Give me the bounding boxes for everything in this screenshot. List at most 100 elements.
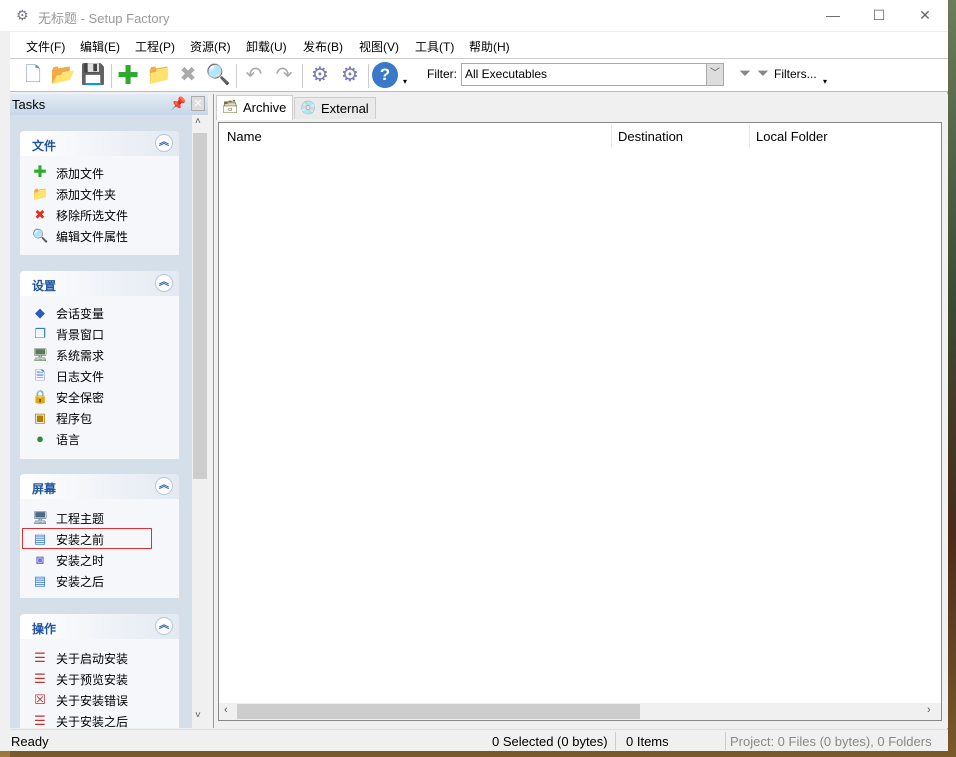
task-language[interactable]: ● 语言 [20,428,179,449]
screen-icon: ▤ [33,531,47,546]
task-label: 关于安装错误 [56,694,129,708]
scroll-right-icon[interactable]: › [927,704,931,716]
globe-icon: ● [36,431,44,446]
undo-icon[interactable]: ↶ [241,62,267,88]
task-on-preload[interactable]: ☰ 关于预览安装 [20,668,179,689]
task-label: 安全保密 [56,391,105,405]
scroll-down-icon[interactable]: ˅ [195,710,201,721]
minimize-button[interactable]: — [810,0,856,31]
horizontal-scroll-thumb[interactable] [237,704,640,719]
group-title: 文件 [32,139,57,153]
task-remove-selected[interactable]: ✖ 移除所选文件 [20,204,179,225]
close-panel-icon[interactable]: ✕ [191,96,205,111]
toolbar-overflow-icon[interactable]: ▾ [403,77,407,86]
screen-gear-icon: ◙ [36,552,44,567]
build-icon[interactable]: ⚙ [307,62,333,88]
script-icon: ☰ [34,671,46,686]
filters-button[interactable]: Filters... [774,67,817,81]
file-list[interactable] [218,122,942,721]
script-error-icon: ☒ [34,692,46,707]
filter-select[interactable]: All Executables [461,63,724,86]
task-log-file[interactable]: 🗎 日志文件 [20,365,179,386]
lock-icon: 🔒 [32,389,49,404]
status-bar: Ready 0 Selected (0 bytes) 0 Items Proje… [10,729,948,751]
group-actions: 操作 ︽ ☰ 关于启动安装 ☰ 关于预览安装 ☒ 关于安装错误 ☰ 关于安装之后 [20,614,179,728]
task-packages[interactable]: ▣ 程序包 [20,407,179,428]
task-label: 关于预览安装 [56,673,129,687]
task-label: 会话变量 [56,307,105,321]
task-label: 安装之后 [56,575,105,589]
task-add-folder[interactable]: 📁 添加文件夹 [20,183,179,204]
menu-view[interactable]: 视图(V) [359,38,399,55]
menu-resources[interactable]: 资源(R) [190,38,231,55]
tab-archive[interactable]: 🗃 Archive [216,95,294,120]
task-session-variables[interactable]: ◆ 会话变量 [20,302,179,323]
task-label: 添加文件 [56,167,105,181]
tab-external[interactable]: 💿 External [294,97,376,119]
task-label: 程序包 [56,412,93,426]
task-label: 背景窗口 [56,328,105,342]
collapse-icon[interactable]: ︽ [155,134,173,152]
task-label: 编辑文件属性 [56,230,129,244]
task-on-startup[interactable]: ☰ 关于启动安装 [20,647,179,668]
disc-icon: 💿 [300,100,317,115]
redo-icon[interactable]: ↷ [271,62,297,88]
task-edit-properties[interactable]: 🔍 编辑文件属性 [20,225,179,246]
collapse-icon[interactable]: ︽ [155,477,173,495]
task-on-shutdown[interactable]: ☰ 关于安装之后 [20,710,179,728]
filter-icon[interactable]: ⏷ [757,65,769,82]
tasks-scroll-thumb[interactable] [193,133,207,479]
menu-help[interactable]: 帮助(H) [469,38,510,55]
task-label: 系统需求 [56,349,105,363]
task-on-error[interactable]: ☒ 关于安装错误 [20,689,179,710]
tab-label: External [321,101,369,116]
column-name[interactable]: Name [227,124,262,148]
collapse-icon[interactable]: ︽ [155,617,173,635]
task-background-window[interactable]: ❐ 背景窗口 [20,323,179,344]
collapse-icon[interactable]: ︽ [155,274,173,292]
task-system-requirements[interactable]: 🖥 系统需求 [20,344,179,365]
menu-tools[interactable]: 工具(T) [415,38,454,55]
cubes-icon: ◆ [35,305,45,320]
close-button[interactable]: ✕ [902,0,948,31]
archive-icon: 🗃 [222,99,239,114]
menu-uninstall[interactable]: 卸载(U) [246,38,287,55]
add-filter-icon[interactable]: ⏷ [739,65,751,82]
remove-icon: ✖ [34,207,46,222]
scroll-up-icon[interactable]: ˄ [195,116,201,127]
status-items: 0 Items [626,734,669,749]
column-local-folder[interactable]: Local Folder [756,124,828,148]
tab-label: Archive [243,100,287,115]
filter-label: Filter: [427,67,457,81]
task-label: 安装之时 [56,554,105,568]
scroll-left-icon[interactable]: ‹ [224,704,228,716]
task-after-install[interactable]: ▤ 安装之后 [20,570,179,591]
monitor-icon: 🖥 [32,510,49,525]
column-destination[interactable]: Destination [618,124,683,148]
screen-icon: ▤ [33,573,47,588]
task-label: 添加文件夹 [56,188,117,202]
group-title: 操作 [32,622,57,636]
status-ready: Ready [11,734,49,749]
task-label: 语言 [56,433,81,447]
help-icon[interactable]: ? [372,62,398,88]
script-icon: ☰ [34,650,46,665]
computer-check-icon: 🖥 [32,347,49,362]
settings-icon[interactable]: ⚙ [337,62,363,88]
menu-publish[interactable]: 发布(B) [303,38,343,55]
group-screens: 屏幕 ︽ 🖥 工程主题 ▤ 安装之前 ◙ 安装之时 ▤ 安装之后 [20,474,179,598]
chevron-down-icon[interactable]: ﹀ [706,64,723,85]
task-security[interactable]: 🔒 安全保密 [20,386,179,407]
filters-overflow-icon[interactable]: ▾ [823,77,827,86]
magnifier-icon: 🔍 [32,228,49,243]
maximize-button[interactable]: ☐ [856,0,902,31]
task-during-install[interactable]: ◙ 安装之时 [20,549,179,570]
task-add-file[interactable]: ✚ 添加文件 [20,162,179,183]
task-before-install[interactable]: ▤ 安装之前 [22,528,152,549]
task-label: 移除所选文件 [56,209,129,223]
file-properties-icon[interactable]: 🔍 [205,62,231,88]
task-label: 安装之前 [56,533,105,547]
folder-add-icon: 📁 [32,186,49,201]
document-icon: 🗎 [34,368,46,383]
task-project-theme[interactable]: 🖥 工程主题 [20,507,179,528]
